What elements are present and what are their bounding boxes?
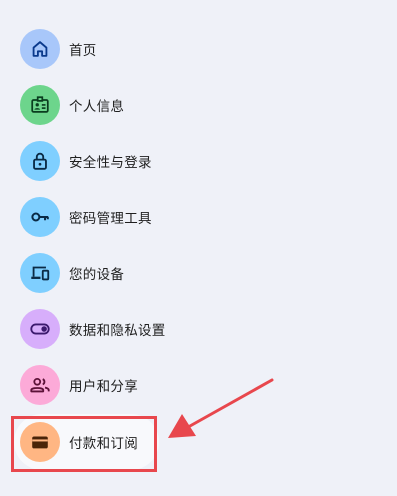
nav-item-password-manager-label: 密码管理工具 bbox=[69, 211, 152, 227]
key-icon bbox=[20, 197, 60, 237]
nav-item-people-sharing-label: 用户和分享 bbox=[69, 379, 138, 395]
nav-item-people-sharing[interactable]: 用户和分享 bbox=[14, 357, 314, 413]
home-icon bbox=[20, 29, 60, 69]
nav-item-home-label: 首页 bbox=[69, 43, 97, 59]
nav-item-personal-info[interactable]: 个人信息 bbox=[14, 77, 314, 133]
settings-sidebar-nav: 首页 个人信息 安全性与登录 密码管理工具 您的设备 数据和隐私设置 用户和分享… bbox=[0, 0, 397, 496]
nav-item-devices-label: 您的设备 bbox=[69, 267, 125, 283]
nav-item-payments-subscriptions-label: 付款和订阅 bbox=[69, 436, 138, 452]
wallet-icon bbox=[20, 422, 60, 462]
devices-icon bbox=[20, 253, 60, 293]
nav-item-data-privacy[interactable]: 数据和隐私设置 bbox=[14, 301, 314, 357]
nav-item-security[interactable]: 安全性与登录 bbox=[14, 133, 314, 189]
nav-item-data-privacy-label: 数据和隐私设置 bbox=[69, 323, 166, 339]
lock-icon bbox=[20, 141, 60, 181]
nav-item-personal-info-label: 个人信息 bbox=[69, 99, 125, 115]
nav-item-payments-subscriptions[interactable]: 付款和订阅 bbox=[14, 414, 159, 470]
toggle-icon bbox=[20, 309, 60, 349]
nav-item-devices[interactable]: 您的设备 bbox=[14, 245, 314, 301]
nav-item-home[interactable]: 首页 bbox=[14, 21, 314, 77]
nav-item-password-manager[interactable]: 密码管理工具 bbox=[14, 189, 314, 245]
people-icon bbox=[20, 365, 60, 405]
id-card-icon bbox=[20, 85, 60, 125]
nav-item-security-label: 安全性与登录 bbox=[69, 155, 152, 171]
